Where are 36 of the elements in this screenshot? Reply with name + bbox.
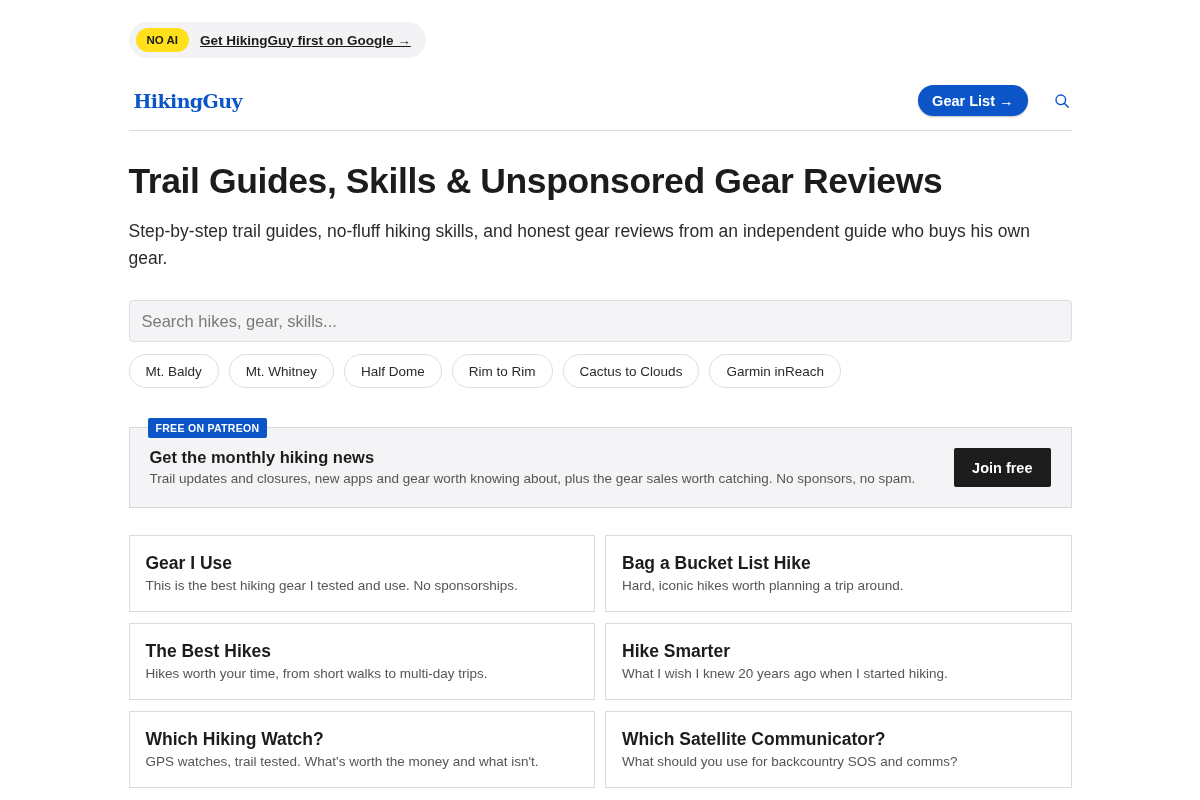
- topic-chip[interactable]: Mt. Baldy: [128, 354, 219, 388]
- search-field[interactable]: Search hikes, gear, skills...: [128, 300, 1072, 342]
- newsletter-description: Trail updates and closures, new apps and gear worth knowing about, plus the gear sales worth catching. No sponsors, no spam.: [149, 470, 917, 488]
- join-button[interactable]: Join free: [954, 448, 1051, 487]
- topic-card[interactable]: Which Hiking Watch? GPS watches, trail tested. What's worth the money and what isn't.: [128, 711, 595, 788]
- card-title: Hike Smarter: [622, 640, 731, 662]
- card-description: GPS watches, trail tested. What's worth the money and what isn't.: [145, 753, 540, 771]
- topic-chip[interactable]: Half Dome: [344, 354, 442, 388]
- topic-chip[interactable]: Cactus to Clouds: [562, 354, 700, 388]
- topic-card[interactable]: Hike Smarter What I wish I knew 20 years ago when I started hiking.: [605, 623, 1072, 700]
- page-subtitle: Step-by-step trail guides, no-fluff hiking skills, and honest gear reviews from an independent guide who buys his own gear.: [128, 220, 1031, 270]
- topic-card[interactable]: Bag a Bucket List Hike Hard, iconic hikes worth planning a trip around.: [605, 535, 1072, 612]
- card-title: Which Satellite Communicator?: [622, 728, 887, 750]
- card-title: Bag a Bucket List Hike: [622, 552, 812, 574]
- card-description: Hikes worth your time, from short walks to multi-day trips.: [145, 665, 489, 683]
- card-description: Hard, iconic hikes worth planning a trip around.: [622, 577, 905, 595]
- patreon-badge: FREE ON PATREON: [147, 418, 268, 438]
- logo[interactable]: HikingGuy: [133, 89, 242, 112]
- newsletter-title: Get the monthly hiking news: [149, 447, 376, 467]
- card-title: Which Hiking Watch?: [145, 728, 325, 750]
- card-description: What should you use for backcountry SOS and comms?: [622, 753, 959, 771]
- gear-list-button[interactable]: Gear List →: [918, 85, 1028, 116]
- search-icon[interactable]: [1054, 93, 1069, 108]
- topic-card[interactable]: Gear I Use This is the best hiking gear I tested and use. No sponsorships.: [128, 535, 595, 612]
- promo-link[interactable]: Get HikingGuy first on Google →: [200, 32, 411, 48]
- label-badge: NO AI: [135, 28, 190, 52]
- topic-chip[interactable]: Mt. Whitney: [228, 354, 335, 388]
- topic-chip[interactable]: Garmin inReach: [709, 354, 841, 388]
- card-description: This is the best hiking gear I tested and use. No sponsorships.: [145, 577, 519, 595]
- card-title: The Best Hikes: [145, 640, 272, 662]
- card-title: Gear I Use: [145, 552, 234, 574]
- card-description: What I wish I knew 20 years ago when I started hiking.: [622, 665, 949, 683]
- topic-chip[interactable]: Rim to Rim: [451, 354, 553, 388]
- page-title: Trail Guides, Skills & Unsponsored Gear Reviews: [128, 160, 944, 203]
- topic-card[interactable]: Which Satellite Communicator? What should you use for backcountry SOS and comms?: [605, 711, 1072, 788]
- topic-card[interactable]: The Best Hikes Hikes worth your time, from short walks to multi-day trips.: [128, 623, 595, 700]
